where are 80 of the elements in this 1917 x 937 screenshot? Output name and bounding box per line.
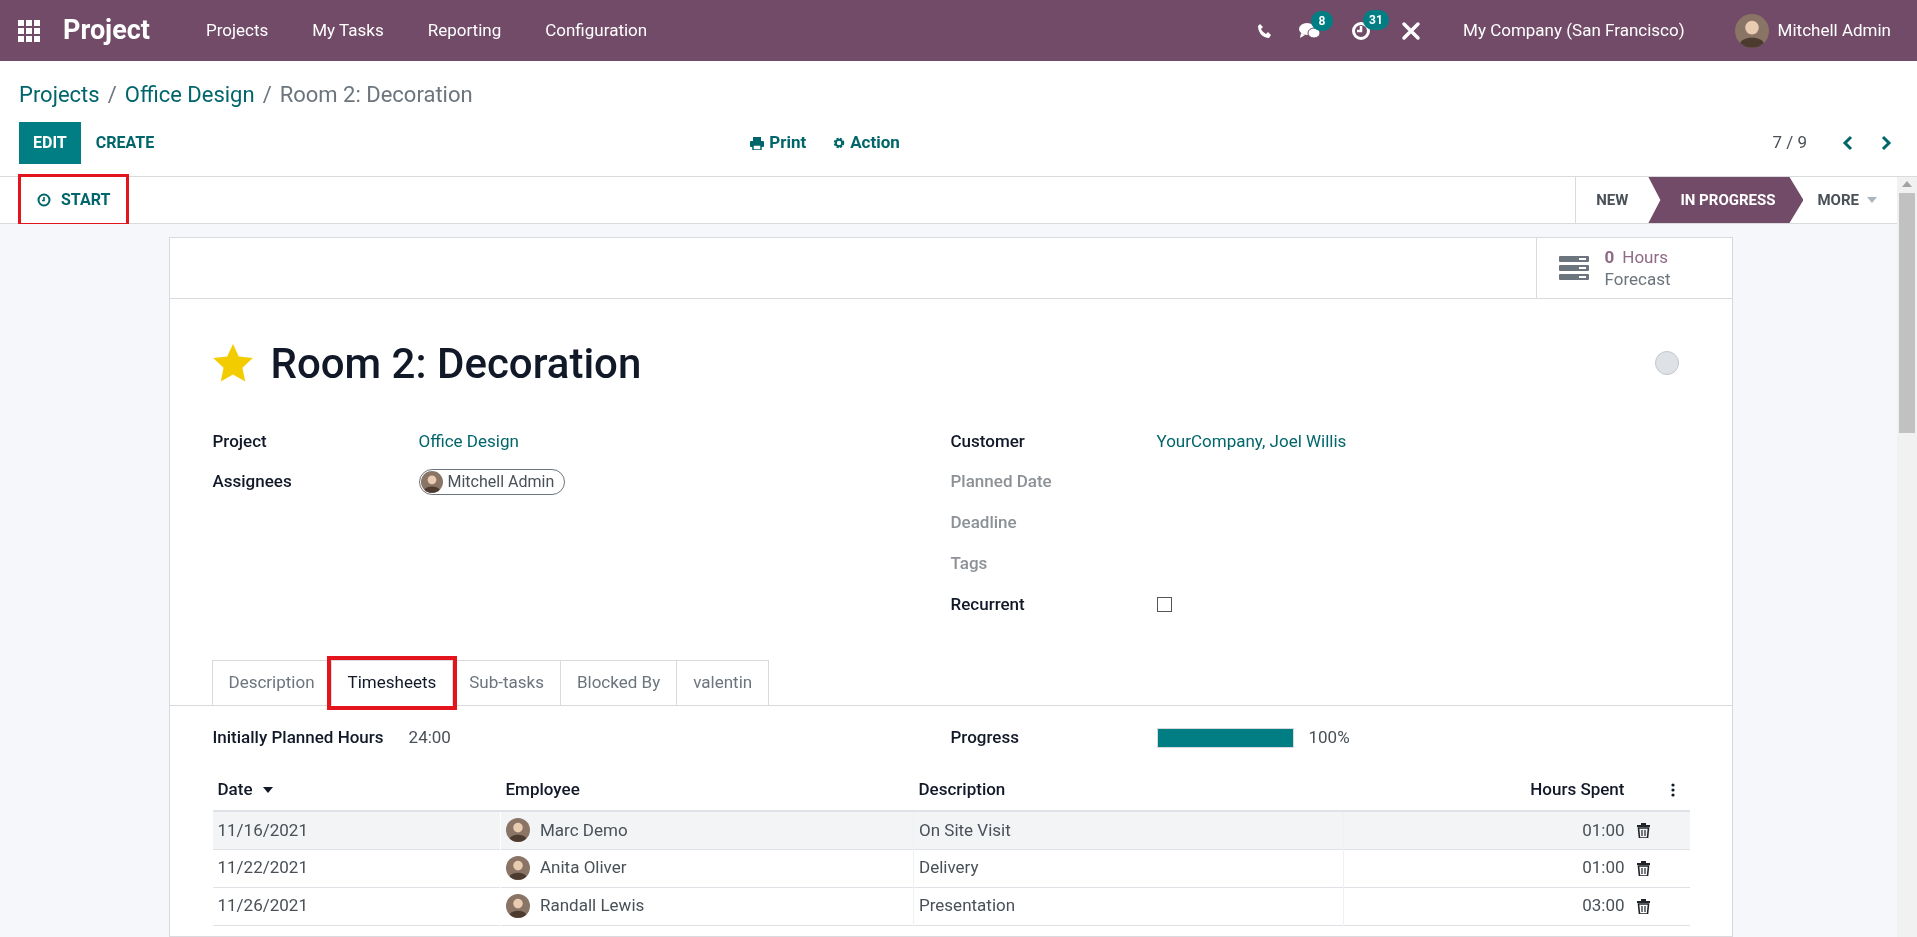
notification-badge: 31 bbox=[1363, 9, 1389, 30]
gear-icon bbox=[833, 137, 846, 149]
action-button[interactable]: Action bbox=[833, 130, 900, 156]
field-label: Progress bbox=[950, 726, 1020, 750]
create-button[interactable]: CREATE bbox=[80, 122, 170, 164]
field-label: Planned Date bbox=[950, 469, 1053, 493]
table-cell: 01:00 bbox=[1343, 811, 1630, 849]
menu-item[interactable]: Reporting bbox=[427, 17, 502, 44]
trash-icon[interactable] bbox=[1636, 860, 1650, 876]
scrollbar-thumb[interactable] bbox=[1899, 193, 1915, 433]
clock-icon bbox=[37, 193, 51, 207]
table-cell: 01:00 bbox=[1343, 849, 1630, 887]
breadcrumb-separator: / bbox=[107, 81, 117, 109]
tab[interactable]: valentin bbox=[676, 660, 770, 706]
avatar-icon bbox=[506, 856, 530, 880]
field-label: Recurrent bbox=[950, 592, 1026, 616]
stage-button[interactable]: IN PROGRESS bbox=[1648, 177, 1804, 223]
breadcrumb-link[interactable]: Projects bbox=[19, 78, 100, 111]
notification-badge: 8 bbox=[1311, 10, 1334, 31]
trash-icon[interactable] bbox=[1636, 822, 1650, 838]
avatar-icon bbox=[506, 894, 530, 918]
server-stack-icon bbox=[1558, 256, 1589, 280]
employee-name: Anita Oliver bbox=[540, 856, 627, 880]
column-header[interactable]: Date bbox=[212, 769, 501, 811]
user-menu[interactable]: Mitchell Admin bbox=[1734, 13, 1891, 48]
column-header[interactable]: Hours Spent bbox=[1343, 769, 1630, 811]
field-label: Assignees bbox=[212, 469, 293, 493]
employee-name: Marc Demo bbox=[540, 818, 628, 842]
field-label: Deadline bbox=[950, 510, 1018, 534]
field-label: Initially Planned Hours bbox=[212, 726, 384, 750]
forecast-label: Forecast bbox=[1604, 268, 1671, 290]
forecast-value: 0 bbox=[1604, 246, 1615, 268]
progress-value: 100% bbox=[1308, 726, 1350, 750]
breadcrumb-separator: / bbox=[262, 81, 272, 109]
previous-chevron-icon[interactable] bbox=[1842, 135, 1854, 151]
table-cell: 11/22/2021 bbox=[212, 849, 501, 887]
caret-icon bbox=[1867, 197, 1877, 203]
pager-value: 7 / 9 bbox=[1772, 131, 1807, 155]
scroll-up-icon bbox=[1902, 181, 1912, 187]
forecast-unit: Hours bbox=[1622, 246, 1668, 268]
table-cell: 11/26/2021 bbox=[212, 887, 501, 925]
avatar-icon bbox=[1734, 13, 1769, 48]
apps-grid-icon[interactable] bbox=[18, 19, 40, 42]
table-cell: 11/16/2021 bbox=[212, 811, 501, 849]
table-cell: Presentation bbox=[913, 887, 1344, 925]
avatar-icon bbox=[420, 470, 443, 493]
column-header[interactable]: Description bbox=[913, 769, 1344, 811]
scrollbar[interactable] bbox=[1897, 177, 1917, 937]
employee-name: Randall Lewis bbox=[540, 894, 645, 918]
forecast-button[interactable]: 0 Hours Forecast bbox=[1535, 238, 1732, 298]
trash-icon[interactable] bbox=[1636, 898, 1650, 914]
sort-caret-icon bbox=[262, 786, 273, 793]
column-header[interactable]: Employee bbox=[500, 769, 914, 811]
recurrent-checkbox[interactable] bbox=[1156, 597, 1172, 612]
table-cell: 03:00 bbox=[1343, 887, 1630, 925]
field-label: Project bbox=[212, 430, 268, 454]
phone-icon[interactable] bbox=[1257, 22, 1274, 39]
star-icon[interactable] bbox=[212, 344, 253, 382]
kebab-menu-icon[interactable] bbox=[1670, 783, 1675, 798]
field-label: Customer bbox=[950, 430, 1026, 454]
breadcrumb-link[interactable]: Office Design bbox=[124, 78, 255, 111]
next-chevron-icon[interactable] bbox=[1880, 135, 1892, 151]
menu-item[interactable]: Configuration bbox=[545, 17, 648, 44]
menu-item[interactable]: My Tasks bbox=[312, 17, 384, 44]
company-switcher[interactable]: My Company (San Francisco) bbox=[1463, 17, 1685, 44]
stage-button[interactable]: NEW bbox=[1576, 177, 1649, 223]
task-title: Room 2: Decoration bbox=[270, 337, 642, 390]
print-button[interactable]: Print bbox=[750, 130, 807, 156]
app-title[interactable]: Project bbox=[63, 10, 150, 51]
field-link[interactable]: Office Design bbox=[418, 429, 519, 455]
edit-button[interactable]: EDIT bbox=[19, 122, 81, 164]
menu-item[interactable]: Projects bbox=[205, 17, 269, 44]
field-label: Tags bbox=[950, 551, 989, 575]
avatar-icon bbox=[506, 818, 530, 843]
table-cell: On Site Visit bbox=[913, 811, 1344, 849]
table-cell: Delivery bbox=[913, 849, 1344, 887]
field-link[interactable]: YourCompany, Joel Willis bbox=[1156, 429, 1347, 455]
field-value: 24:00 bbox=[408, 726, 451, 750]
breadcrumb-current: Room 2: Decoration bbox=[279, 81, 473, 109]
printer-icon bbox=[750, 136, 765, 150]
